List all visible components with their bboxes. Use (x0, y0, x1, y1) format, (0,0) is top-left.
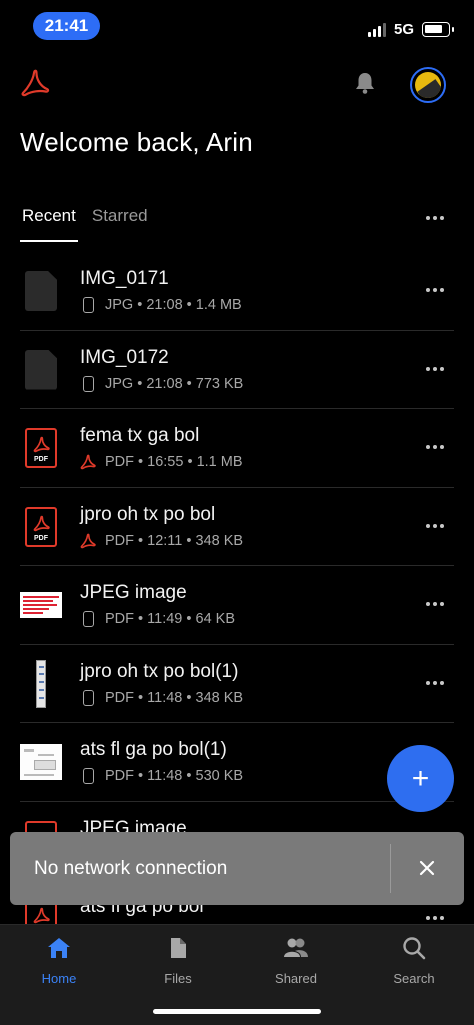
pdf-file-icon: PDF (20, 427, 62, 469)
snackbar: No network connection (10, 832, 464, 905)
tab-recent[interactable]: Recent (20, 206, 78, 242)
file-name: IMG_0171 (80, 268, 169, 289)
file-size: 348 KB (195, 532, 244, 549)
phone-icon (80, 375, 96, 393)
file-type: PDF (105, 611, 134, 627)
file-name: jpro oh tx po bol (80, 503, 216, 525)
file-time: 16:55 (147, 454, 184, 470)
nav-home-label: Home (41, 971, 77, 986)
avatar-image (415, 72, 441, 98)
signal-icon (368, 23, 386, 37)
more-options-icon[interactable] (426, 366, 444, 371)
more-options-icon[interactable] (426, 680, 444, 685)
home-indicator (153, 1009, 321, 1014)
people-icon (283, 935, 309, 961)
file-name: ats fl ga po bol(1) (80, 739, 227, 760)
more-options-icon[interactable] (426, 445, 444, 449)
nav-search[interactable]: Search (369, 935, 459, 986)
file-meta: PDF • 12:11 • 348 KB (80, 532, 243, 550)
list-item[interactable]: jpro oh tx po bol(1) PDF • 11:48 • 348 K… (0, 645, 474, 724)
list-item[interactable]: PDF fema tx ga bol PDF • 16:55 • 1.1 MB (0, 409, 474, 488)
image-thumbnail (20, 584, 62, 626)
bell-icon[interactable] (352, 70, 378, 96)
file-meta: JPG • 21:08 • 1.4 MB (80, 296, 242, 314)
phone-icon (80, 610, 96, 628)
status-time: 21:41 (33, 12, 100, 40)
list-item[interactable]: PDF jpro oh tx po bol PDF • 12:11 • 348 … (0, 488, 474, 567)
file-size: 1.4 MB (195, 297, 242, 313)
acrobat-icon (80, 453, 96, 471)
close-icon[interactable] (415, 856, 439, 880)
file-time: 12:11 (147, 532, 183, 549)
file-time: 21:08 (146, 375, 183, 392)
file-name: JPEG image (80, 582, 187, 603)
snackbar-message: No network connection (34, 858, 228, 879)
search-icon (401, 935, 427, 961)
file-time: 11:48 (147, 768, 183, 784)
home-icon (46, 935, 72, 961)
file-name: IMG_0172 (80, 346, 169, 368)
file-meta: PDF • 11:48 • 348 KB (80, 689, 243, 707)
file-size: 64 KB (195, 611, 236, 627)
page-title: Welcome back, Arin (20, 127, 253, 157)
more-options-icon[interactable] (426, 216, 444, 220)
more-options-icon[interactable] (426, 523, 444, 528)
phone-icon (80, 296, 96, 314)
nav-home[interactable]: Home (14, 935, 104, 986)
file-type: PDF (105, 689, 134, 706)
nav-shared[interactable]: Shared (251, 935, 341, 986)
more-options-icon[interactable] (426, 602, 444, 606)
file-type: JPG (105, 375, 134, 392)
file-icon (20, 270, 62, 312)
file-time: 11:48 (147, 689, 183, 706)
file-name: fema tx ga bol (80, 425, 200, 446)
file-size: 348 KB (195, 689, 244, 706)
phone-icon (80, 767, 96, 785)
network-type: 5G (394, 21, 415, 38)
file-meta: PDF • 11:48 • 530 KB (80, 767, 243, 785)
adobe-acrobat-logo-icon[interactable] (20, 68, 50, 98)
file-meta: JPG • 21:08 • 773 KB (80, 375, 243, 393)
pdf-file-icon: PDF (20, 506, 62, 548)
file-size: 1.1 MB (196, 454, 243, 470)
more-options-icon[interactable] (426, 916, 444, 920)
file-size: 530 KB (195, 768, 244, 784)
tab-starred[interactable]: Starred (92, 206, 148, 242)
avatar[interactable] (410, 67, 446, 103)
file-type: PDF (105, 532, 134, 549)
nav-files-label: Files (164, 971, 192, 986)
status-bar: 21:41 5G (0, 0, 474, 56)
file-type: JPG (105, 297, 134, 313)
file-time: 11:49 (147, 611, 183, 627)
nav-files[interactable]: Files (133, 935, 223, 986)
list-item[interactable]: IMG_0172 JPG • 21:08 • 773 KB (0, 331, 474, 410)
battery-icon (422, 22, 454, 37)
file-icon (165, 935, 191, 961)
file-type: PDF (105, 768, 134, 784)
file-meta: PDF • 16:55 • 1.1 MB (80, 453, 243, 471)
nav-search-label: Search (393, 971, 435, 986)
nav-shared-label: Shared (275, 971, 317, 986)
acrobat-icon (80, 532, 96, 550)
file-icon (20, 349, 62, 391)
add-file-button[interactable]: + (387, 745, 454, 812)
file-name: jpro oh tx po bol(1) (80, 660, 239, 682)
tab-bar: Recent Starred (20, 206, 162, 242)
file-meta: PDF • 11:49 • 64 KB (80, 610, 235, 628)
snackbar-divider (390, 844, 391, 893)
image-thumbnail (20, 741, 62, 783)
image-thumbnail (20, 659, 62, 708)
list-item[interactable]: JPEG image PDF • 11:49 • 64 KB (0, 566, 474, 645)
file-type: PDF (105, 454, 134, 470)
more-options-icon[interactable] (426, 288, 444, 292)
file-size: 773 KB (195, 375, 244, 392)
file-time: 21:08 (146, 297, 183, 313)
list-item[interactable]: IMG_0171 JPG • 21:08 • 1.4 MB (0, 252, 474, 331)
phone-icon (80, 689, 96, 707)
